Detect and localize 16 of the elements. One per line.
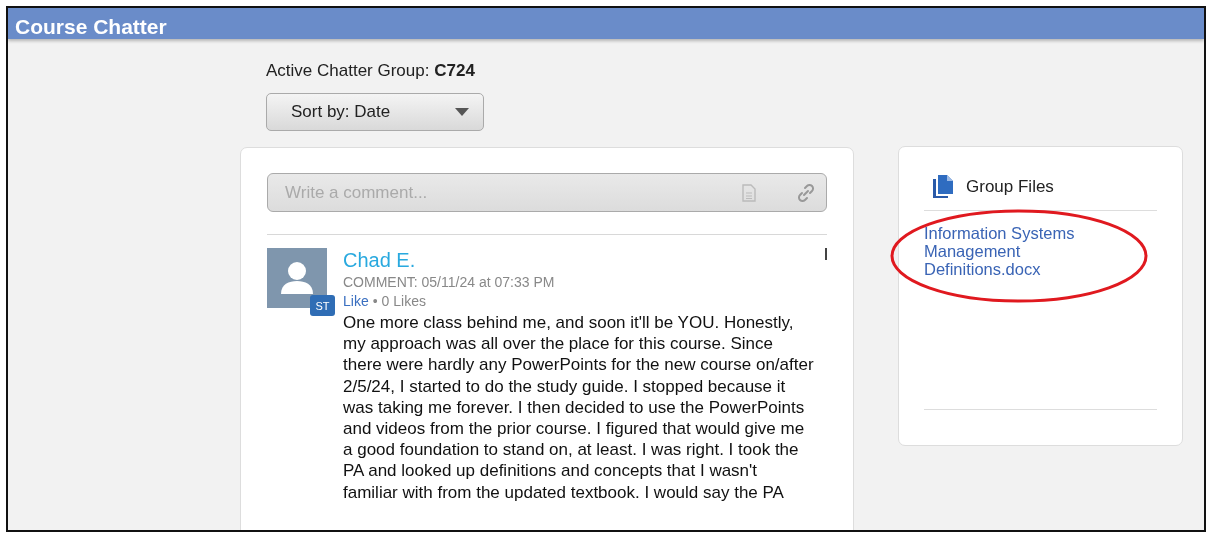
documents-icon	[932, 175, 954, 199]
sort-dropdown[interactable]: Sort by: Date	[266, 93, 484, 131]
document-icon[interactable]	[742, 183, 756, 202]
active-group-label: Active Chatter Group: C724	[266, 61, 476, 81]
like-link[interactable]: Like	[343, 293, 369, 309]
link-icon[interactable]	[796, 182, 816, 203]
comment-meta: COMMENT: 05/11/24 at 07:33 PM	[343, 274, 556, 290]
like-count: 0 Likes	[381, 293, 426, 309]
files-title: Group Files	[966, 177, 1054, 197]
comment-field[interactable]: Write a comment...	[283, 181, 702, 204]
comment-text: One more class behind me, and soon it'll be YOU. Honestly, my approach was all over the place for this course. Since there were hardly any PowerPoints for the new course on/after 2/5/24, I started to do the study guide. I stopped because it was taking me forever. I then decided to use the PowerPoints and videos from the prior course. I figured that would give me a good foundation to stand on, at least. I was right. I took the PA and looked up definitions and concepts that I wasn't familiar with from the updated textbook. I would say the PA	[343, 312, 815, 503]
role-badge: ST	[310, 295, 335, 316]
caret-icon	[455, 108, 469, 116]
separator-dot: •	[372, 293, 378, 309]
page-title: Course Chatter	[15, 15, 167, 39]
comment-bar[interactable]: Write a comment...	[267, 173, 827, 212]
